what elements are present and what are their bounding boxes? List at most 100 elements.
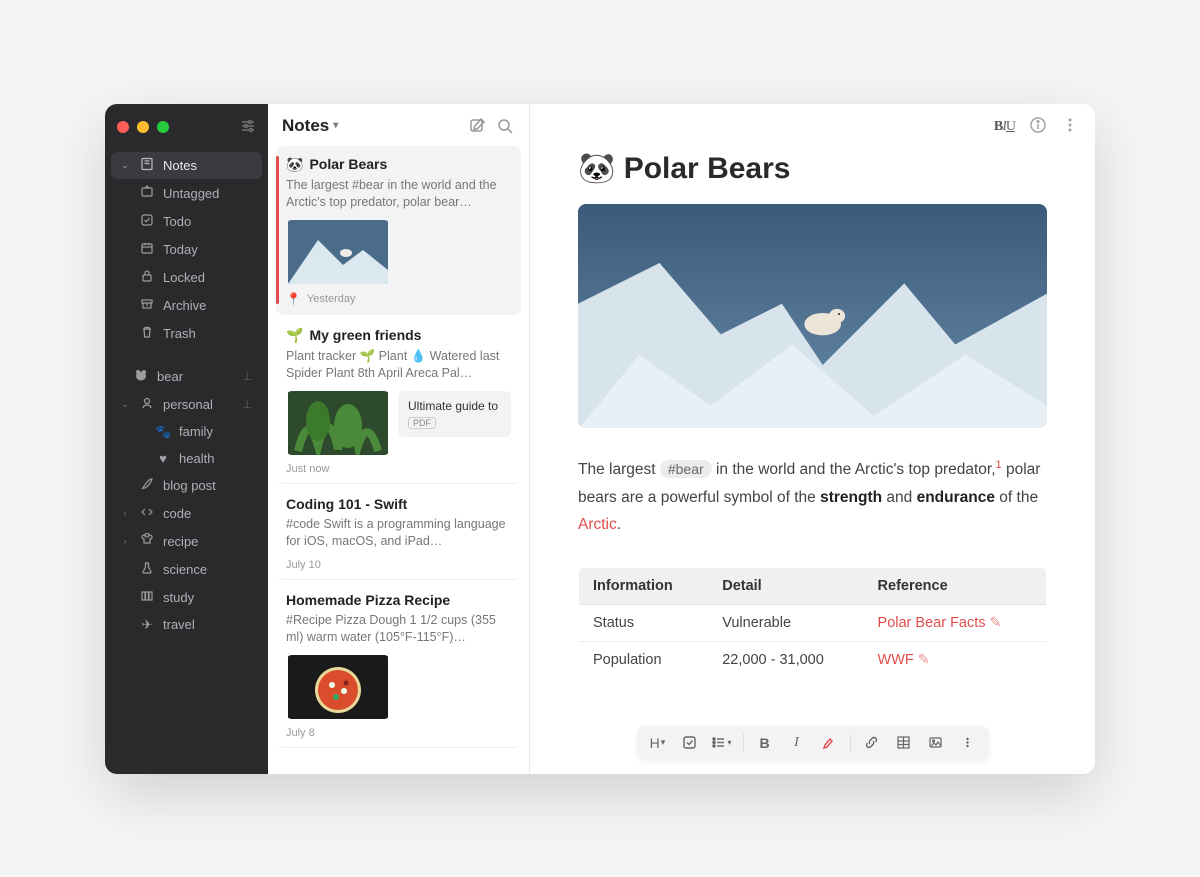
todo-icon xyxy=(139,213,155,230)
sidebar-tag-recipe[interactable]: › recipe xyxy=(111,528,262,555)
document-title[interactable]: 🐼 Polar Bears xyxy=(578,151,1047,186)
note-attachment[interactable]: Ultimate guide to PDF xyxy=(398,391,511,437)
pin-icon: ⊥ xyxy=(242,370,252,383)
sidebar-tag-study[interactable]: study xyxy=(111,584,262,611)
sidebar-item-today[interactable]: Today xyxy=(111,236,262,263)
note-list-header: Notes ▾ xyxy=(268,104,529,146)
tag-label: health xyxy=(179,451,252,466)
sidebar-tag-bear[interactable]: bear ⊥ xyxy=(111,363,262,390)
list-button[interactable]: ▾ xyxy=(707,730,737,756)
note-card[interactable]: 🌱 My green friends Plant tracker 🌱 Plant… xyxy=(276,317,521,484)
search-button[interactable] xyxy=(495,116,515,136)
bear-icon xyxy=(133,368,149,385)
tag-label: bear xyxy=(157,369,234,384)
sidebar-tag-health[interactable]: ♥ health xyxy=(111,446,262,471)
editor-top-toolbar: BIU xyxy=(530,104,1095,151)
highlight-button[interactable] xyxy=(814,730,844,756)
sidebar-item-trash[interactable]: Trash xyxy=(111,320,262,347)
person-icon xyxy=(139,396,155,413)
note-title: Polar Bears xyxy=(309,156,387,172)
reference-link[interactable]: Polar Bear Facts xyxy=(878,615,986,631)
books-icon xyxy=(139,589,155,606)
checklist-button[interactable] xyxy=(675,730,705,756)
italic-button[interactable]: I xyxy=(782,730,812,756)
sidebar-tag-personal[interactable]: ⌄ personal ⊥ xyxy=(111,391,262,418)
chevron-right-icon: › xyxy=(119,508,131,518)
sidebar-tag-code[interactable]: › code xyxy=(111,500,262,527)
sidebar-label: Archive xyxy=(163,298,252,313)
note-emoji: 🐼 xyxy=(286,156,303,173)
table-row[interactable]: Status Vulnerable Polar Bear Facts✎ xyxy=(579,605,1047,642)
sidebar-tag-science[interactable]: science xyxy=(111,556,262,583)
tag-label: study xyxy=(163,590,252,605)
note-date: July 8 xyxy=(286,727,315,739)
notes-icon xyxy=(139,157,155,174)
minimize-window-button[interactable] xyxy=(137,121,149,133)
new-note-button[interactable] xyxy=(467,116,487,136)
note-date: Just now xyxy=(286,463,329,475)
heart-icon: ♥ xyxy=(155,451,171,466)
sidebar-tag-travel[interactable]: ✈ travel xyxy=(111,612,262,638)
document-paragraph[interactable]: The largest #bear in the world and the A… xyxy=(578,456,1047,540)
note-card[interactable]: 🐼 Polar Bears The largest #bear in the w… xyxy=(276,146,521,315)
sidebar-label: Locked xyxy=(163,270,252,285)
pin-icon: ⊥ xyxy=(242,398,252,411)
note-card[interactable]: Coding 101 - Swift #code Swift is a prog… xyxy=(276,486,521,580)
table-row[interactable]: Population 22,000 - 31,000 WWF✎ xyxy=(579,642,1047,679)
sidebar-item-todo[interactable]: Todo xyxy=(111,208,262,235)
flask-icon xyxy=(139,561,155,578)
note-card[interactable]: Homemade Pizza Recipe #Recipe Pizza Doug… xyxy=(276,582,521,748)
sidebar-label: Untagged xyxy=(163,186,252,201)
edit-icon[interactable]: ✎ xyxy=(990,615,1002,631)
feather-icon xyxy=(139,477,155,494)
sidebar-label: Today xyxy=(163,242,252,257)
note-date: Yesterday xyxy=(307,293,356,305)
note-list-panel: Notes ▾ 🐼 Polar Bears The largest #bear … xyxy=(268,104,530,774)
sidebar-label: Todo xyxy=(163,214,252,229)
chef-icon xyxy=(139,533,155,550)
tag-label: science xyxy=(163,562,252,577)
sidebar-item-notes[interactable]: ⌄ Notes xyxy=(111,152,262,179)
sidebar-item-locked[interactable]: Locked xyxy=(111,264,262,291)
note-title: Homemade Pizza Recipe xyxy=(286,592,450,608)
archive-icon xyxy=(139,297,155,314)
close-window-button[interactable] xyxy=(117,121,129,133)
sidebar-item-archive[interactable]: Archive xyxy=(111,292,262,319)
note-thumbnail xyxy=(286,655,390,719)
more-menu-button[interactable] xyxy=(1061,116,1079,139)
more-format-button[interactable] xyxy=(953,730,983,756)
tag-label: recipe xyxy=(163,534,252,549)
note-preview: The largest #bear in the world and the A… xyxy=(286,177,511,212)
heading-button[interactable]: H▾ xyxy=(643,730,673,756)
settings-icon[interactable] xyxy=(240,118,256,137)
table-button[interactable] xyxy=(889,730,919,756)
edit-icon[interactable]: ✎ xyxy=(918,652,930,668)
info-button[interactable] xyxy=(1029,116,1047,139)
editor-body[interactable]: 🐼 Polar Bears The largest #bear in the w… xyxy=(530,151,1095,774)
sidebar-tag-blogpost[interactable]: blog post xyxy=(111,472,262,499)
chevron-right-icon: › xyxy=(119,536,131,546)
untagged-icon xyxy=(139,185,155,202)
hero-image[interactable] xyxy=(578,204,1047,428)
table-header: Detail xyxy=(708,568,863,605)
file-type-badge: PDF xyxy=(408,417,436,429)
app-window: ⌄ Notes Untagged Todo Today Locked xyxy=(105,104,1095,774)
note-emoji: 🌱 xyxy=(286,327,303,344)
image-button[interactable] xyxy=(921,730,951,756)
bold-button[interactable]: B xyxy=(750,730,780,756)
sidebar: ⌄ Notes Untagged Todo Today Locked xyxy=(105,104,268,774)
text-style-button[interactable]: BIU xyxy=(994,119,1015,135)
sidebar-tag-family[interactable]: 🐾 family xyxy=(111,419,262,445)
maximize-window-button[interactable] xyxy=(157,121,169,133)
note-list-title-dropdown[interactable]: Notes ▾ xyxy=(282,116,338,136)
data-table[interactable]: Information Detail Reference Status Vuln… xyxy=(578,567,1047,679)
link-button[interactable] xyxy=(857,730,887,756)
sidebar-label: Notes xyxy=(163,158,252,173)
chevron-down-icon: ▾ xyxy=(333,120,338,131)
chevron-down-icon: ⌄ xyxy=(119,160,131,171)
sidebar-item-untagged[interactable]: Untagged xyxy=(111,180,262,207)
link-arctic[interactable]: Arctic xyxy=(578,516,617,533)
hashtag[interactable]: #bear xyxy=(660,460,712,478)
window-controls xyxy=(105,112,268,149)
reference-link[interactable]: WWF xyxy=(878,652,914,668)
